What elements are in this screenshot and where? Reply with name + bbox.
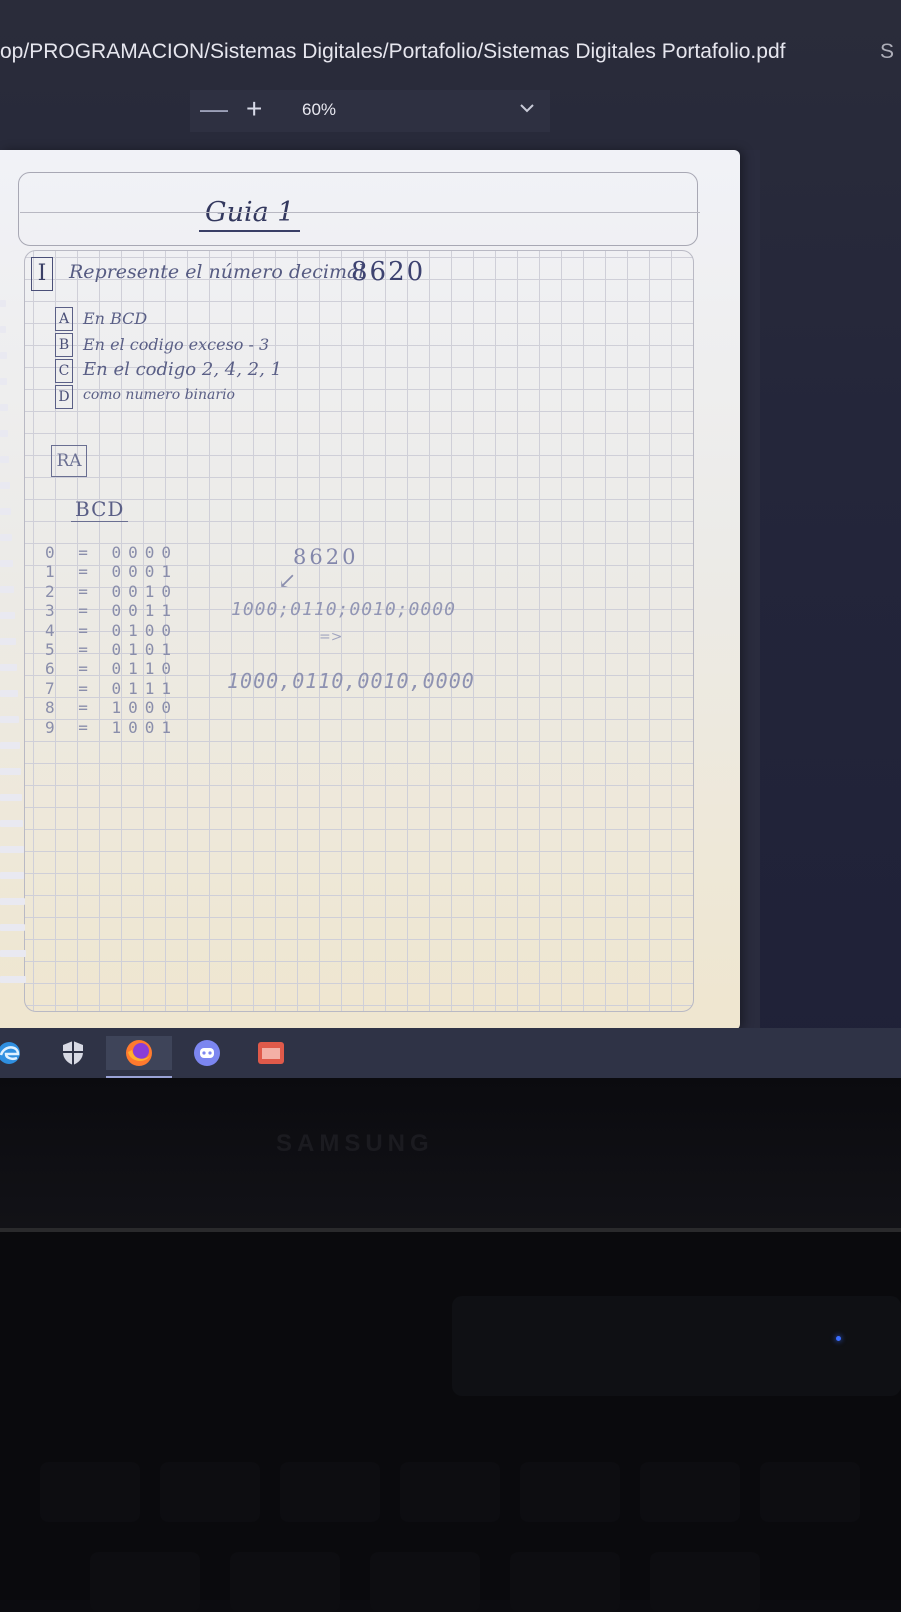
window-title-bar: op/PROGRAMACION/Sistemas Digitales/Porta… xyxy=(0,28,901,78)
question-value: 8620 xyxy=(351,257,426,287)
arrow-icon: ↙ xyxy=(278,569,297,594)
tick-mark xyxy=(0,326,6,333)
power-led xyxy=(836,1336,841,1341)
keyboard-key xyxy=(230,1552,340,1612)
option-letter-d: D xyxy=(55,385,73,409)
page-thumbnail-strip[interactable] xyxy=(0,300,30,990)
keyboard-key xyxy=(400,1462,500,1522)
zoom-out-button[interactable]: — xyxy=(200,94,228,124)
tick-mark xyxy=(0,794,22,801)
tick-mark xyxy=(0,950,26,957)
tick-mark xyxy=(0,378,7,385)
option-letter-b: B xyxy=(55,333,73,357)
tick-mark xyxy=(0,508,11,515)
pdf-toolbar: — + 60% xyxy=(190,90,550,132)
shield-icon[interactable] xyxy=(56,1036,90,1070)
monitor-bezel xyxy=(0,1078,901,1228)
option-text-b: En el codigo exceso - 3 xyxy=(83,335,270,354)
file-path-trailing: S xyxy=(880,40,895,63)
keyboard-key xyxy=(280,1462,380,1522)
tick-mark xyxy=(0,638,16,645)
pdf-viewport[interactable]: Guia 1 I Represente el número decimal 86… xyxy=(0,150,760,1030)
zoom-in-button[interactable]: + xyxy=(246,94,262,124)
tick-mark xyxy=(0,404,8,411)
option-text-c: En el codigo 2, 4, 2, 1 xyxy=(83,359,283,380)
tick-mark xyxy=(0,976,26,983)
tick-mark xyxy=(0,898,25,905)
edge-icon[interactable] xyxy=(0,1036,26,1070)
tick-mark xyxy=(0,534,12,541)
keyboard-key xyxy=(640,1462,740,1522)
tick-mark xyxy=(0,664,17,671)
option-letter-c: C xyxy=(55,359,73,383)
option-letter-a: A xyxy=(55,307,73,331)
tick-mark xyxy=(0,482,10,489)
bcd-row: 9 = 1001 xyxy=(45,717,179,737)
keyboard-key xyxy=(650,1552,760,1612)
keyboard-deck xyxy=(0,1232,901,1612)
tick-mark xyxy=(0,300,6,307)
tick-mark xyxy=(0,586,14,593)
pdf-reader-icon[interactable] xyxy=(254,1036,288,1070)
bcd-row: 7 = 0111 xyxy=(45,678,179,698)
tick-mark xyxy=(0,924,25,931)
keyboard-key xyxy=(90,1552,200,1612)
question-number: I xyxy=(31,257,53,291)
answer-label: RA xyxy=(51,445,87,477)
tick-mark xyxy=(0,612,15,619)
keyboard-key xyxy=(40,1462,140,1522)
status-panel xyxy=(452,1296,901,1396)
tick-mark xyxy=(0,846,24,853)
work-arrow: => xyxy=(319,629,343,645)
bcd-row: 5 = 0101 xyxy=(45,639,179,659)
bcd-row: 0 = 0000 xyxy=(45,543,179,562)
bcd-row: 2 = 0010 xyxy=(45,581,179,601)
bcd-row: 1 = 0001 xyxy=(45,562,179,582)
tick-mark xyxy=(0,820,23,827)
work-number: 8620 xyxy=(293,545,359,569)
keyboard-key xyxy=(520,1462,620,1522)
title-box: Guia 1 xyxy=(18,172,698,246)
tick-mark xyxy=(0,742,20,749)
bcd-heading: BCD xyxy=(71,497,129,522)
grid-area: I Represente el número decimal 8620 A En… xyxy=(24,250,694,1012)
file-path: op/PROGRAMACION/Sistemas Digitales/Porta… xyxy=(0,40,786,63)
keyboard-key xyxy=(760,1462,860,1522)
firefox-icon[interactable] xyxy=(106,1036,172,1070)
title-divider xyxy=(20,212,700,213)
keyboard-key xyxy=(510,1552,620,1612)
tick-mark xyxy=(0,560,13,567)
brand-logo: SAMSUNG xyxy=(276,1130,434,1157)
tick-mark xyxy=(0,768,21,775)
work-line-2: 1000,0110,0010,0000 xyxy=(227,669,475,693)
bcd-row: 8 = 1000 xyxy=(45,698,179,718)
tick-mark xyxy=(0,690,18,697)
question-text: Represente el número decimal xyxy=(69,261,365,283)
bcd-table: 0 = 0000 1 = 0001 2 = 0010 3 = 0011 4 = … xyxy=(45,543,178,737)
discord-icon[interactable] xyxy=(190,1036,224,1070)
keyboard-key xyxy=(370,1552,480,1612)
taskbar xyxy=(0,1028,901,1078)
tick-mark xyxy=(0,872,24,879)
tick-mark xyxy=(0,352,7,359)
tick-mark xyxy=(0,430,8,437)
tick-mark xyxy=(0,716,19,723)
bcd-row: 6 = 0110 xyxy=(45,659,179,679)
bcd-row: 3 = 0011 xyxy=(45,601,179,621)
bcd-row: 4 = 0100 xyxy=(45,620,179,640)
tick-mark xyxy=(0,456,9,463)
option-text-d: como numero binario xyxy=(83,387,235,403)
keyboard-key xyxy=(160,1462,260,1522)
option-text-a: En BCD xyxy=(83,309,148,328)
chevron-down-icon[interactable] xyxy=(520,100,534,118)
work-line-1: 1000;0110;0010;0000 xyxy=(231,599,456,620)
pdf-page: Guia 1 I Represente el número decimal 86… xyxy=(0,150,740,1030)
zoom-level[interactable]: 60% xyxy=(302,100,336,120)
page-title: Guia 1 xyxy=(199,197,301,232)
monitor-screen: op/PROGRAMACION/Sistemas Digitales/Porta… xyxy=(0,0,901,1080)
